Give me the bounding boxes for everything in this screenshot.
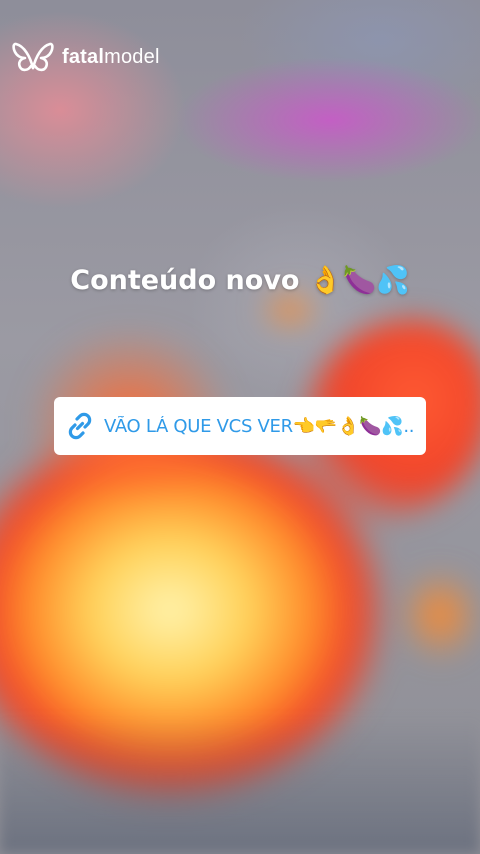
brand-name: fatalmodel <box>62 46 160 69</box>
brand-name-bold: fatal <box>62 45 105 68</box>
story-headline: Conteúdo novo 👌🍆💦 <box>70 265 410 296</box>
brand-logo: fatalmodel <box>12 40 160 74</box>
butterfly-icon <box>12 42 54 72</box>
link-sticker[interactable]: VÃO LÁ QUE VCS VER👈🫳👌🍆💦... <box>54 397 426 455</box>
link-sticker-text: VÃO LÁ QUE VCS VER👈🫳👌🍆💦... <box>104 415 416 437</box>
brand-name-light: model <box>104 45 160 68</box>
link-icon <box>68 412 92 440</box>
